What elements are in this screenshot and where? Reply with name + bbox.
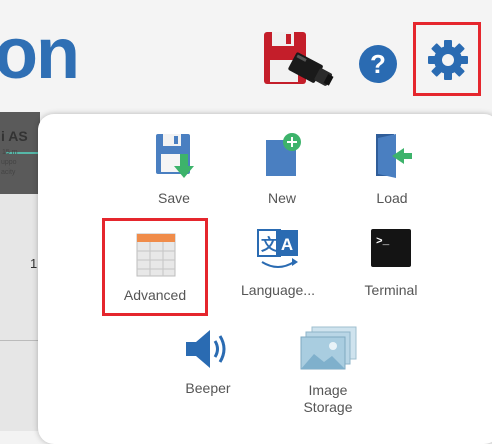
background-rule [0,340,40,341]
menu-item-label: Beeper [185,380,231,396]
menu-item-advanced[interactable]: Advanced [102,218,208,316]
svg-text:?: ? [370,49,386,79]
background-text: acity [1,169,16,176]
background-text: i AS [1,128,28,144]
save-camera-icon[interactable] [262,30,336,92]
background-text: uppo [1,159,17,166]
menu-item-load[interactable]: Load [356,132,428,212]
logo: on [0,14,80,94]
terminal-icon: >_ [371,229,411,267]
menu-item-image-storage[interactable]: Image Storage [288,326,368,426]
save-icon [156,134,194,178]
background-text: 1 [30,256,38,271]
svg-text:文: 文 [261,235,278,254]
menu-item-label: Save [158,190,190,206]
header: on ? [0,0,492,112]
gear-icon [428,40,468,80]
background-text: 15 m [2,149,18,156]
advanced-icon [136,233,176,277]
settings-button[interactable] [413,22,481,96]
menu-item-label: Terminal [364,282,418,298]
image-storage-icon [300,326,357,370]
language-icon: 文 A [257,229,298,268]
menu-item-label: Advanced [123,287,187,303]
help-icon[interactable]: ? [358,44,398,84]
menu-item-label: Image [308,382,348,398]
speaker-icon [186,330,226,368]
menu-item-new[interactable]: New [246,132,318,212]
load-icon [376,134,412,178]
menu-item-language[interactable]: 文 A Language... [226,226,330,310]
menu-item-label-line2: Storage [303,399,353,415]
svg-text:>_: >_ [376,236,390,248]
menu-item-terminal[interactable]: >_ Terminal [348,226,434,310]
menu-item-label: Language... [241,282,315,298]
background-content [0,194,40,431]
new-file-icon [266,133,301,176]
svg-text:A: A [281,235,293,254]
menu-item-beeper[interactable]: Beeper [172,328,244,404]
menu-item-label: Load [376,190,408,206]
menu-item-label: New [267,190,296,206]
menu-item-save[interactable]: Save [138,132,210,212]
settings-menu: Save New Load Advanced 文 A Language... >… [38,114,492,444]
